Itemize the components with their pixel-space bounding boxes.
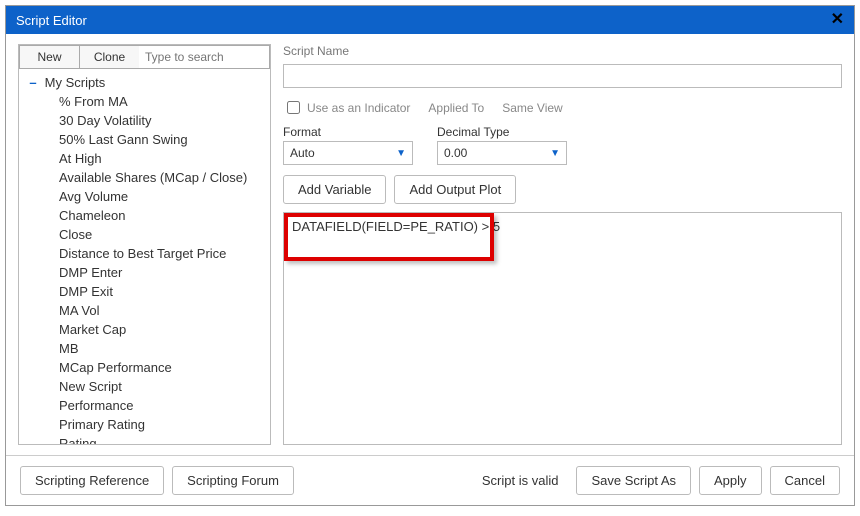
use-indicator-input[interactable]	[287, 101, 300, 114]
tree-item[interactable]: Market Cap	[59, 320, 262, 339]
decimal-label: Decimal Type	[437, 125, 567, 139]
options-row: Use as an Indicator Applied To Same View	[283, 98, 842, 117]
dialog-title: Script Editor	[16, 13, 87, 28]
tree-children: % From MA30 Day Volatility50% Last Gann …	[27, 92, 262, 444]
save-script-as-button[interactable]: Save Script As	[576, 466, 691, 495]
dialog-header: Script Editor ✕	[6, 6, 854, 34]
format-select[interactable]: Auto ▼	[283, 141, 413, 165]
applied-to-label: Applied To	[428, 101, 484, 115]
decimal-select[interactable]: 0.00 ▼	[437, 141, 567, 165]
script-editor-dialog: Script Editor ✕ New Clone – My Scripts %…	[5, 5, 855, 506]
sidebar: New Clone – My Scripts % From MA30 Day V…	[18, 44, 271, 445]
tree-item[interactable]: Distance to Best Target Price	[59, 244, 262, 263]
scripting-forum-button[interactable]: Scripting Forum	[172, 466, 294, 495]
tree-item[interactable]: DMP Exit	[59, 282, 262, 301]
tree-item[interactable]: At High	[59, 149, 262, 168]
validation-status: Script is valid	[482, 473, 559, 488]
tree-item[interactable]: % From MA	[59, 92, 262, 111]
tree-item[interactable]: Performance	[59, 396, 262, 415]
tree-item[interactable]: MA Vol	[59, 301, 262, 320]
tree-item[interactable]: New Script	[59, 377, 262, 396]
tree-item[interactable]: Primary Rating	[59, 415, 262, 434]
script-tree[interactable]: – My Scripts % From MA30 Day Volatility5…	[19, 69, 270, 444]
add-output-plot-button[interactable]: Add Output Plot	[394, 175, 516, 204]
tree-root[interactable]: – My Scripts	[27, 73, 262, 92]
cancel-button[interactable]: Cancel	[770, 466, 840, 495]
dialog-body: New Clone – My Scripts % From MA30 Day V…	[6, 34, 854, 455]
new-button[interactable]: New	[19, 45, 79, 69]
scripting-reference-button[interactable]: Scripting Reference	[20, 466, 164, 495]
format-row: Format Auto ▼ Decimal Type 0.00 ▼	[283, 125, 842, 165]
tree-item[interactable]: Close	[59, 225, 262, 244]
action-buttons: Add Variable Add Output Plot	[283, 175, 842, 204]
search-input[interactable]	[139, 45, 270, 69]
script-name-input[interactable]	[283, 64, 842, 88]
apply-button[interactable]: Apply	[699, 466, 762, 495]
tree-item[interactable]: Available Shares (MCap / Close)	[59, 168, 262, 187]
code-editor[interactable]: DATAFIELD(FIELD=PE_RATIO) > 5	[283, 212, 842, 445]
tree-item[interactable]: MB	[59, 339, 262, 358]
clone-button[interactable]: Clone	[79, 45, 139, 69]
tree-item[interactable]: Chameleon	[59, 206, 262, 225]
tree-item[interactable]: Avg Volume	[59, 187, 262, 206]
chevron-down-icon: ▼	[550, 148, 560, 159]
tree-root-label: My Scripts	[45, 75, 106, 90]
script-name-label: Script Name	[283, 44, 842, 58]
use-indicator-checkbox[interactable]: Use as an Indicator	[283, 98, 410, 117]
dialog-footer: Scripting Reference Scripting Forum Scri…	[6, 455, 854, 505]
close-icon[interactable]: ✕	[831, 12, 844, 28]
editor-pane: Script Name Use as an Indicator Applied …	[283, 44, 842, 445]
add-variable-button[interactable]: Add Variable	[283, 175, 386, 204]
tree-item[interactable]: 50% Last Gann Swing	[59, 130, 262, 149]
decimal-value: 0.00	[444, 146, 467, 160]
tree-item[interactable]: 30 Day Volatility	[59, 111, 262, 130]
code-text: DATAFIELD(FIELD=PE_RATIO) > 5	[292, 219, 500, 234]
format-value: Auto	[290, 146, 315, 160]
same-view-label: Same View	[502, 101, 562, 115]
chevron-down-icon: ▼	[396, 148, 406, 159]
tree-item[interactable]: Rating	[59, 434, 262, 444]
collapse-icon[interactable]: –	[27, 75, 39, 90]
sidebar-toolbar: New Clone	[19, 45, 270, 69]
tree-item[interactable]: DMP Enter	[59, 263, 262, 282]
use-indicator-label: Use as an Indicator	[307, 101, 410, 115]
tree-item[interactable]: MCap Performance	[59, 358, 262, 377]
format-label: Format	[283, 125, 413, 139]
